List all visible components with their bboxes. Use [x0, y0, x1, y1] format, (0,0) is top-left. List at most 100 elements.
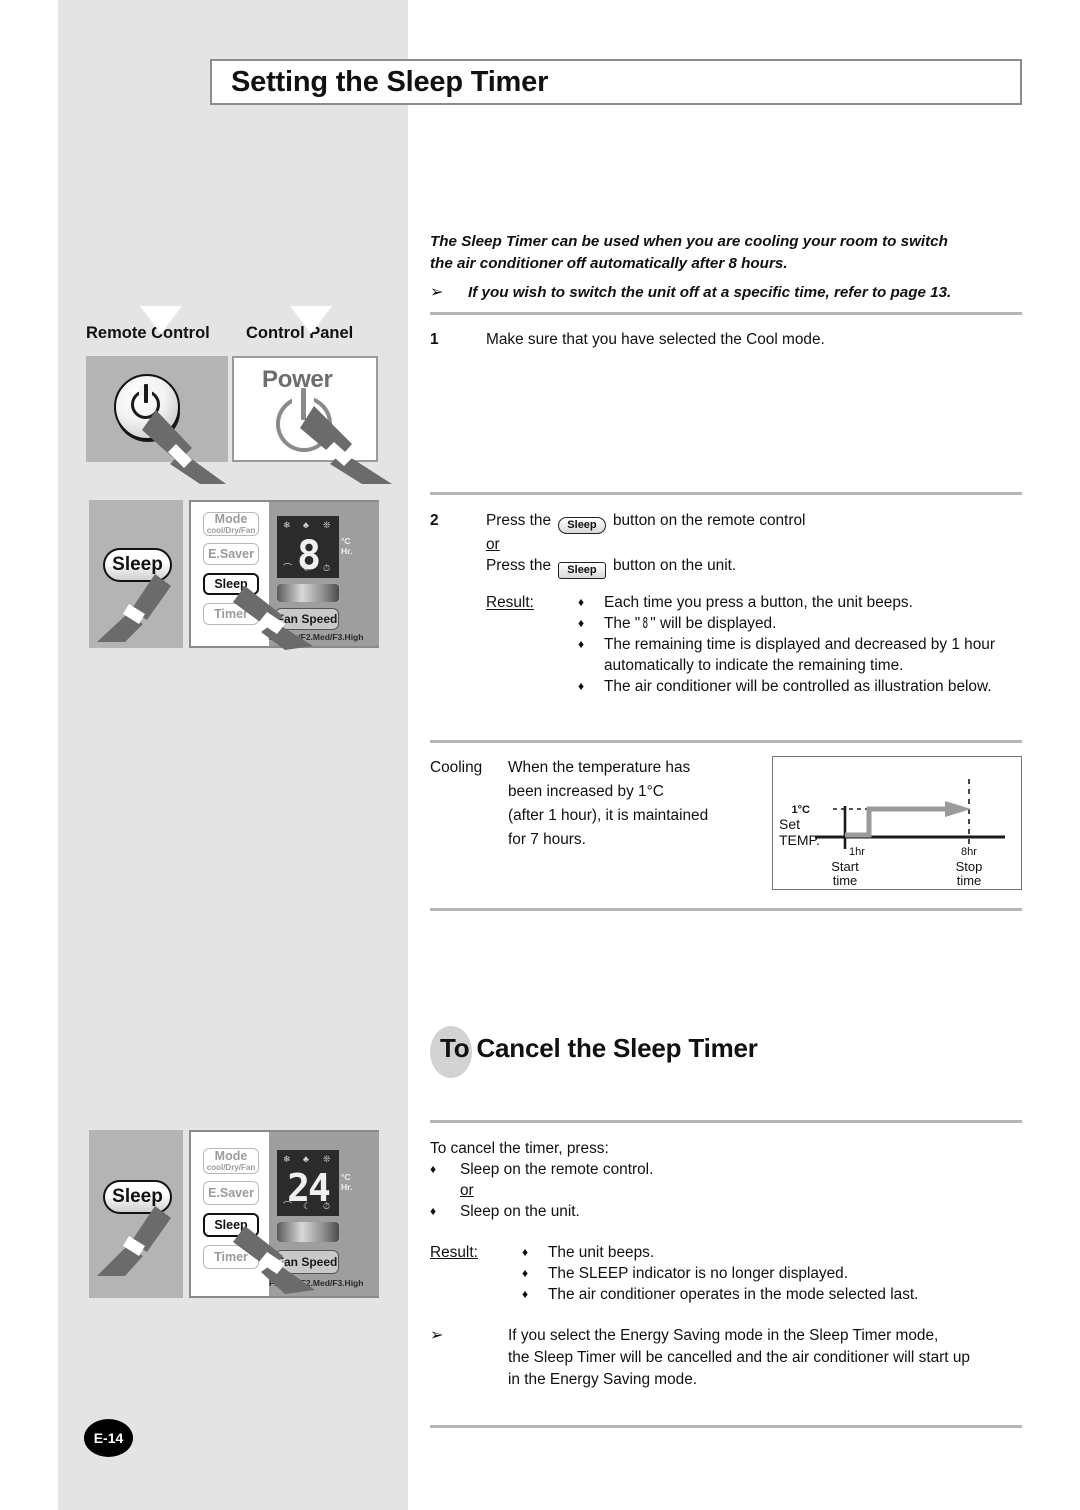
diamond-bullet-icon: ♦ [522, 1245, 529, 1259]
chart-stop-line-1: Stop [956, 859, 983, 874]
esaver-button[interactable]: E.Saver [203, 1181, 259, 1205]
chart-stop-line-2: time [957, 873, 982, 887]
result-2-pre: The " [604, 615, 641, 632]
lcd-unit-celsius: °C [341, 1172, 351, 1182]
lcd-display-mid: ❄ ♣ ❊ 8 ⌒ ☾ ⏱ [277, 516, 339, 578]
intro-note-row: ➢ If you wish to switch the unit off at … [430, 282, 1026, 304]
diamond-bullet-icon: ♦ [578, 616, 585, 630]
chart-start-line-2: time [833, 873, 858, 887]
step-2-body: Press the Sleep button on the remote con… [486, 510, 1022, 697]
sleep-button-remote-inline[interactable]: Sleep [558, 517, 606, 534]
esaver-button-label: E.Saver [208, 1185, 254, 1200]
dry-drop-icon: ♣ [303, 1154, 309, 1164]
result-3-line-2: automatically to indicate the remaining … [604, 657, 904, 674]
step-2-line-1-pre: Press the [486, 512, 552, 529]
result-item: ♦ Each time you press a button, the unit… [578, 592, 1022, 613]
pointer-hand-icon [233, 586, 313, 650]
page-title-box: Setting the Sleep Timer [210, 59, 1022, 105]
cancel-indent-spacer [430, 1180, 460, 1201]
control-panel-illustration-bottom: Mode cool/Dry/Fan E.Saver Sleep Timer ❄ … [189, 1130, 379, 1298]
cancel-result-item: ♦ The unit beeps. [522, 1242, 1022, 1263]
section-2-rest: Cancel the Sleep Timer [476, 1033, 758, 1063]
chart-set-label: Set [779, 816, 800, 832]
divider-3 [430, 740, 1022, 743]
triangle-down-icon-panel [290, 306, 332, 334]
cancel-or-row: or [430, 1180, 1022, 1201]
bottom-note: ➢ If you select the Energy Saving mode i… [430, 1325, 1022, 1391]
cooling-text: When the temperature has been increased … [508, 756, 758, 852]
power-symbol-bar-icon [144, 384, 148, 403]
sleep-timer-chart: 1°C Set TEMP. 1hr 8hr Start time Stop ti… [772, 756, 1022, 890]
cancel-result-item: ♦ The air conditioner operates in the mo… [522, 1284, 1022, 1305]
cancel-result-text: The air conditioner operates in the mode… [548, 1286, 919, 1303]
result-item: ♦ The " 8 " will be displayed. [578, 613, 1022, 634]
cancel-item: ♦ Sleep on the remote control. [430, 1159, 1022, 1180]
cancel-or: or [460, 1182, 474, 1199]
chart-svg: 1°C Set TEMP. 1hr 8hr Start time Stop ti… [779, 779, 1005, 888]
cancel-result-text: The unit beeps. [548, 1244, 655, 1261]
step-2-number: 2 [430, 512, 439, 529]
mode-button-label: Mode [214, 1149, 248, 1163]
remote-sleep-illustration: Sleep [89, 500, 183, 648]
divider-6 [430, 1425, 1022, 1428]
page-title: Setting the Sleep Timer [231, 66, 549, 98]
remote-power-illustration [86, 356, 228, 484]
step-2-line-2-post: button on the unit. [612, 557, 737, 574]
lcd-unit-celsius: °C [341, 536, 351, 546]
cooling-line-1: When the temperature has [508, 759, 691, 776]
bottom-note-line-1: If you select the Energy Saving mode in … [508, 1327, 939, 1344]
result-label: Result: [486, 594, 534, 611]
sleep-button-unit-inline[interactable]: Sleep [558, 562, 606, 579]
step-2: 2 Press the Sleep button on the remote c… [430, 510, 1022, 697]
result-item-text: The remaining time is displayed and decr… [604, 634, 1022, 676]
step-2-line-2: Press the Sleep button on the unit. [486, 555, 1022, 579]
step-2-line-1: Press the Sleep button on the remote con… [486, 510, 1022, 534]
triangle-down-icon-remote [140, 306, 182, 334]
step-1-text: Make sure that you have selected the Coo… [486, 331, 825, 348]
mode-button-sublabel: cool/Dry/Fan [206, 1163, 256, 1172]
section-2-prefix: To [440, 1033, 470, 1063]
arrow-right-icon: ➢ [430, 284, 444, 301]
result-3-line-1: The remaining time is displayed and decr… [604, 636, 995, 653]
step-2-line-2-pre: Press the [486, 557, 552, 574]
cancel-result-item: ♦ The SLEEP indicator is no longer displ… [522, 1263, 1022, 1284]
fan-icon: ❊ [323, 520, 331, 530]
intro-paragraph: The Sleep Timer can be used when you are… [430, 231, 1026, 304]
intro-line-2: the air conditioner off automatically af… [430, 254, 788, 272]
divider-5 [430, 1120, 1022, 1123]
mode-button[interactable]: Mode cool/Dry/Fan [203, 1148, 259, 1174]
result-item-text: Each time you press a button, the unit b… [604, 594, 913, 611]
esaver-button-label: E.Saver [208, 546, 254, 561]
step-1: 1 Make sure that you have selected the C… [430, 329, 1022, 350]
seven-segment-eight-icon: 8 [642, 614, 649, 632]
step-2-or: or [486, 536, 500, 553]
page-number-badge: E-14 [84, 1419, 133, 1457]
mode-button-label: Mode [214, 512, 248, 526]
mode-button-sublabel: cool/Dry/Fan [206, 526, 256, 535]
pointer-hand-icon [97, 1206, 171, 1276]
esaver-indicator-icon: ⌒ [283, 563, 293, 573]
esaver-indicator-icon: ⌒ [283, 1201, 293, 1211]
diamond-bullet-icon: ♦ [430, 1204, 437, 1218]
timer-indicator-icon: ⏱ [323, 1201, 331, 1211]
result-item-text: The " 8 " will be displayed. [604, 613, 1022, 634]
arrow-right-icon: ➢ [430, 1327, 444, 1344]
cancel-result-text: The SLEEP indicator is no longer display… [548, 1265, 849, 1282]
timer-indicator-icon: ⏱ [323, 563, 331, 573]
cancel-block: To cancel the timer, press: ♦ Sleep on t… [430, 1138, 1022, 1305]
cooling-line-2: been increased by 1°C [508, 783, 664, 800]
cooling-line-4: for 7 hours. [508, 831, 586, 848]
diamond-bullet-icon: ♦ [522, 1287, 529, 1301]
fan-icon: ❊ [323, 1154, 331, 1164]
esaver-button[interactable]: E.Saver [203, 543, 259, 565]
lcd-units-bottom: °C Hr. [341, 1172, 352, 1192]
cancel-result-label: Result: [430, 1244, 478, 1261]
result-2-post: " will be displayed. [650, 615, 777, 632]
section-2-title: To Cancel the Sleep Timer [440, 1033, 758, 1064]
diamond-bullet-icon: ♦ [578, 595, 585, 609]
cooling-label: Cooling [430, 759, 483, 776]
mode-button[interactable]: Mode cool/Dry/Fan [203, 512, 259, 536]
intro-line-1: The Sleep Timer can be used when you are… [430, 233, 948, 250]
pointer-hand-icon [233, 1226, 315, 1294]
section-2-heading: To Cancel the Sleep Timer [430, 1026, 1022, 1080]
